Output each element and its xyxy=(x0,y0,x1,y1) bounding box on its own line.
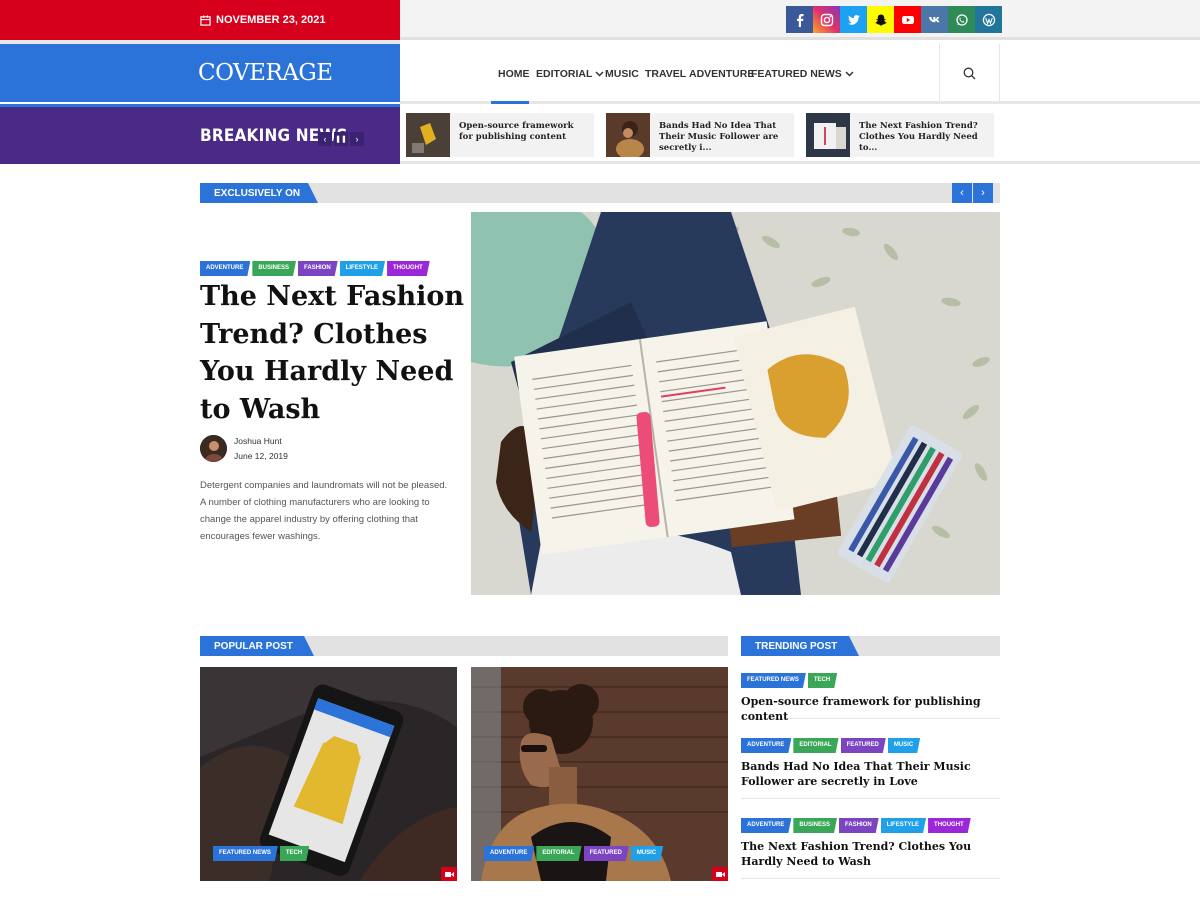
main-nav: HOME EDITORIAL MUSIC TRAVEL ADVENTURE FE… xyxy=(400,44,1200,104)
category-tag[interactable]: ADVENTURE xyxy=(741,738,791,753)
twitter-icon[interactable] xyxy=(840,6,867,33)
feature-image[interactable] xyxy=(471,212,1000,595)
popular-card[interactable]: FEATURED NEWS TECH xyxy=(200,667,457,881)
calendar-icon xyxy=(200,14,211,26)
category-tag[interactable]: ADVENTURE xyxy=(484,846,534,861)
whatsapp-icon[interactable] xyxy=(948,6,975,33)
ticker-item[interactable]: Bands Had No Idea That Their Music Follo… xyxy=(606,113,794,159)
feature-excerpt: Detergent companies and laundromats will… xyxy=(200,480,448,542)
ticker-title: The Next Fashion Trend? Clothes You Hard… xyxy=(859,121,978,153)
category-tags: FEATURED NEWS TECH xyxy=(741,668,1000,688)
nav-item-adventure[interactable]: ADVENTURE xyxy=(689,68,754,80)
site-logo[interactable]: COVERAGE xyxy=(198,60,333,86)
search-button[interactable] xyxy=(939,44,1000,102)
category-tag[interactable]: FASHION xyxy=(298,261,338,276)
feature-article-title[interactable]: The Next Fashion Trend? Clothes You Hard… xyxy=(200,278,465,428)
video-icon xyxy=(712,867,728,881)
youtube-icon[interactable] xyxy=(894,6,921,33)
category-tags: ADVENTURE EDITORIAL FEATURED MUSIC xyxy=(741,733,1000,753)
category-tag[interactable]: BUSINESS xyxy=(252,261,296,276)
exclusive-section-header: EXCLUSIVELY ON ‹ › xyxy=(200,183,1000,203)
social-bar xyxy=(400,0,1200,40)
category-tag[interactable]: FEATURED NEWS xyxy=(213,846,278,861)
category-tag[interactable]: TECH xyxy=(280,846,309,861)
nav-item-music[interactable]: MUSIC xyxy=(605,68,639,80)
active-nav-indicator xyxy=(491,101,529,104)
ticker-item[interactable]: The Next Fashion Trend? Clothes You Hard… xyxy=(806,113,994,157)
prev-button[interactable]: ‹ xyxy=(318,132,332,146)
category-tag[interactable]: EDITORIAL xyxy=(793,738,838,753)
category-tag[interactable]: MUSIC xyxy=(631,846,663,861)
category-tags: ADVENTURE EDITORIAL FEATURED MUSIC xyxy=(484,841,665,861)
pause-button[interactable]: ❚❚ xyxy=(334,132,348,146)
category-tag[interactable]: THOUGHT xyxy=(387,261,430,276)
category-tag[interactable]: MUSIC xyxy=(888,738,920,753)
nav-item-home[interactable]: HOME xyxy=(498,68,530,80)
trending-title[interactable]: The Next Fashion Trend? Clothes You Hard… xyxy=(741,839,1000,869)
instagram-icon[interactable] xyxy=(813,6,840,33)
category-tag[interactable]: FEATURED NEWS xyxy=(741,673,806,688)
facebook-icon[interactable] xyxy=(786,6,813,33)
ticker-thumbnail xyxy=(806,113,850,157)
category-tags: ADVENTURE BUSINESS FASHION LIFESTYLE THOUGHT xyxy=(741,813,1000,833)
snapchat-icon[interactable] xyxy=(867,6,894,33)
category-tag[interactable]: LIFESTYLE xyxy=(881,818,926,833)
category-tag[interactable]: ADVENTURE xyxy=(200,261,250,276)
nav-item-editorial[interactable]: EDITORIAL xyxy=(536,68,604,80)
avatar xyxy=(200,435,227,462)
category-tag[interactable]: THOUGHT xyxy=(928,818,971,833)
breaking-news-block: BREAKING NEWS ‹ ❚❚ › xyxy=(0,104,400,164)
category-tags: FEATURED NEWS TECH xyxy=(213,841,311,861)
category-tag[interactable]: FASHION xyxy=(839,818,879,833)
video-icon xyxy=(441,867,457,881)
nav-item-travel[interactable]: TRAVEL xyxy=(645,68,686,80)
trending-title[interactable]: Bands Had No Idea That Their Music Follo… xyxy=(741,759,1000,789)
section-title: TRENDING POST xyxy=(741,636,859,656)
ticker-item[interactable]: Open-source framework for publishing con… xyxy=(406,113,594,157)
ticker-thumbnail xyxy=(606,113,650,159)
search-icon xyxy=(963,67,976,79)
ticker-thumbnail xyxy=(406,113,450,157)
wordpress-icon[interactable] xyxy=(975,6,1002,33)
chevron-down-icon xyxy=(845,71,854,77)
popular-card[interactable]: ADVENTURE EDITORIAL FEATURED MUSIC xyxy=(471,667,728,881)
author-name[interactable]: Joshua Hunt xyxy=(234,436,282,446)
slider-next-button[interactable]: › xyxy=(973,183,993,203)
ticker-title: Open-source framework for publishing con… xyxy=(459,121,574,142)
category-tag[interactable]: FEATURED xyxy=(841,738,886,753)
breaking-ticker: Open-source framework for publishing con… xyxy=(400,106,1200,164)
chevron-down-icon xyxy=(595,71,604,77)
trending-section-header: TRENDING POST xyxy=(741,636,1000,656)
slider-prev-button[interactable]: ‹ xyxy=(952,183,972,203)
category-tag[interactable]: LIFESTYLE xyxy=(340,261,385,276)
current-date: NOVEMBER 23, 2021 xyxy=(216,14,326,26)
date-bar: NOVEMBER 23, 2021 xyxy=(0,0,400,40)
category-tag[interactable]: FEATURED xyxy=(584,846,629,861)
popular-section-header: POPULAR POST xyxy=(200,636,728,656)
logo-block: COVERAGE xyxy=(0,44,400,102)
trending-item[interactable]: ADVENTURE EDITORIAL FEATURED MUSIC Bands Ha… xyxy=(741,733,1000,799)
section-title: POPULAR POST xyxy=(200,636,314,656)
category-tags: ADVENTURE BUSINESS FASHION LIFESTYLE THOUGHT xyxy=(200,256,432,276)
category-tag[interactable]: ADVENTURE xyxy=(741,818,791,833)
trending-title[interactable]: Open-source framework for publishing con… xyxy=(741,694,1000,724)
nav-item-featured-news[interactable]: FEATURED NEWS xyxy=(751,68,854,80)
category-tag[interactable]: BUSINESS xyxy=(793,818,837,833)
ticker-title: Bands Had No Idea That Their Music Follo… xyxy=(659,121,779,153)
trending-item[interactable]: ADVENTURE BUSINESS FASHION LIFESTYLE THOUGHT… xyxy=(741,813,1000,879)
section-title: EXCLUSIVELY ON xyxy=(200,183,318,203)
category-tag[interactable]: EDITORIAL xyxy=(536,846,581,861)
vk-icon[interactable] xyxy=(921,6,948,33)
trending-item[interactable]: FEATURED NEWS TECH Open-source framework … xyxy=(741,668,1000,723)
category-tag[interactable]: TECH xyxy=(808,673,837,688)
next-button[interactable]: › xyxy=(350,132,364,146)
publish-date: June 12, 2019 xyxy=(234,451,288,461)
